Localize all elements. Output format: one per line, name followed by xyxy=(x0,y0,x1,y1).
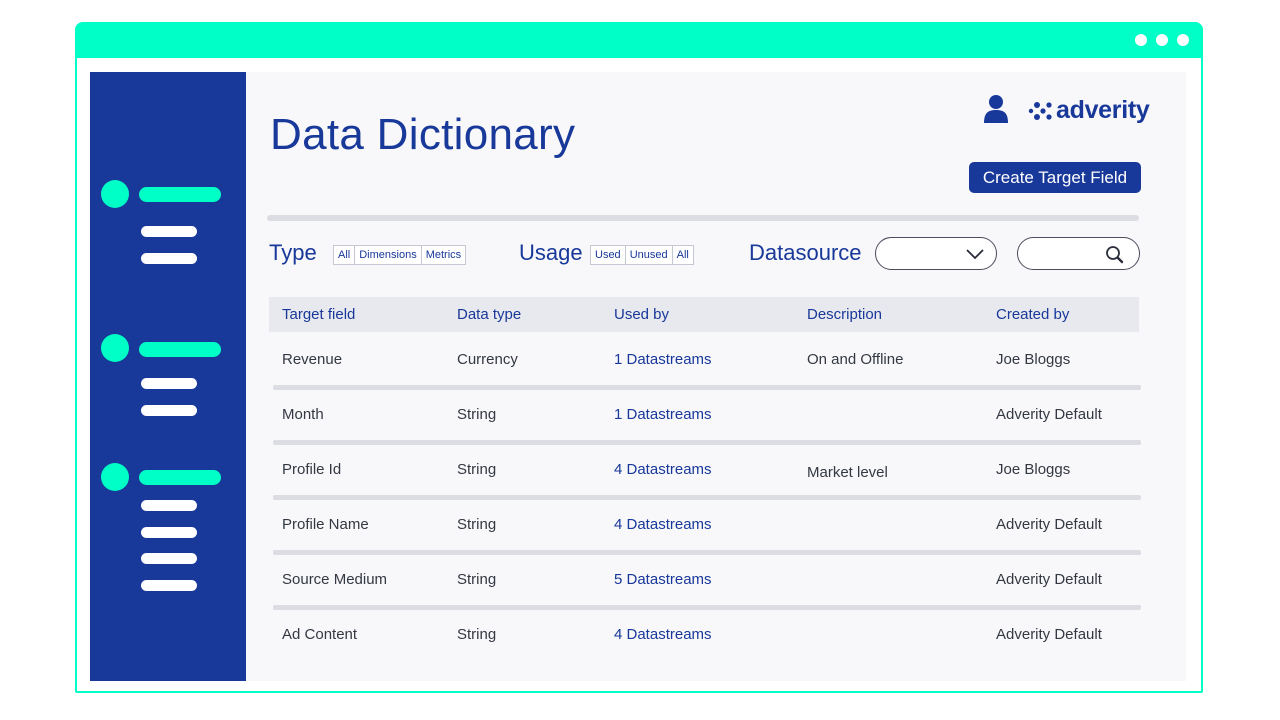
cell-used-by[interactable]: 1 Datastreams xyxy=(614,351,712,368)
sidebar xyxy=(90,72,246,681)
search-input[interactable] xyxy=(1017,237,1140,270)
search-icon[interactable] xyxy=(1105,245,1125,265)
title-bar xyxy=(75,22,1203,58)
page-title: Data Dictionary xyxy=(270,110,576,159)
cell-data-type: String xyxy=(457,461,497,478)
cell-created-by: Adverity Default xyxy=(996,406,1102,423)
data-dictionary-table: Target field Data type Used by Descripti… xyxy=(269,297,1141,662)
type-option-all[interactable]: All xyxy=(334,246,356,264)
table-body: Revenue Currency 1 Datastreams On and Offli… xyxy=(269,332,1141,662)
sidebar-subitem-placeholder[interactable] xyxy=(141,226,197,237)
table-row[interactable]: Source Medium String 5 Datastreams Adverity… xyxy=(269,552,1141,610)
cell-target-field: Revenue xyxy=(282,351,343,368)
type-filter-segmented: All Dimensions Metrics xyxy=(333,245,467,265)
column-header-created-by[interactable]: Created by xyxy=(996,306,1069,323)
cell-target-field: Month xyxy=(282,406,324,423)
sidebar-subitem-placeholder[interactable] xyxy=(141,553,197,564)
sidebar-item-placeholder[interactable] xyxy=(139,187,221,202)
table-row[interactable]: Ad Content String 4 Datastreams Adverity De… xyxy=(269,607,1139,662)
column-header-description[interactable]: Description xyxy=(807,306,882,323)
window-dot-icon[interactable] xyxy=(1156,34,1168,46)
datasource-select[interactable] xyxy=(875,237,997,270)
sidebar-subitem-placeholder[interactable] xyxy=(141,378,197,389)
sidebar-bullet-icon xyxy=(101,180,129,208)
brand-name: adverity xyxy=(1056,96,1150,124)
cell-data-type: String xyxy=(457,571,497,588)
table-row[interactable]: Profile Name String 4 Datastreams Adverity … xyxy=(269,497,1141,555)
sidebar-subitem-placeholder[interactable] xyxy=(141,527,197,538)
cell-target-field: Profile Name xyxy=(282,516,369,533)
usage-option-used[interactable]: Used xyxy=(591,246,626,264)
user-icon[interactable] xyxy=(984,94,1008,124)
divider xyxy=(267,215,1139,221)
sidebar-bullet-icon xyxy=(101,463,129,491)
type-option-metrics[interactable]: Metrics xyxy=(422,246,465,264)
usage-filter-label: Usage xyxy=(519,240,583,265)
cell-target-field: Source Medium xyxy=(282,571,388,588)
type-filter-label: Type xyxy=(269,240,317,265)
cell-description: Market level xyxy=(807,464,888,481)
sidebar-subitem-placeholder[interactable] xyxy=(141,500,197,511)
column-header-data-type[interactable]: Data type xyxy=(457,306,521,323)
sidebar-item-placeholder[interactable] xyxy=(139,342,221,357)
sidebar-subitem-placeholder[interactable] xyxy=(141,253,197,264)
brand-logo: adverity xyxy=(1028,96,1150,125)
table-header: Target field Data type Used by Descripti… xyxy=(269,297,1139,332)
usage-option-all[interactable]: All xyxy=(673,246,693,264)
usage-filter-segmented: Used Unused All xyxy=(590,245,694,265)
window-dot-icon[interactable] xyxy=(1135,34,1147,46)
cell-created-by: Adverity Default xyxy=(996,571,1102,588)
cell-target-field: Ad Content xyxy=(282,626,358,643)
table-row[interactable]: Month String 1 Datastreams Adverity Default xyxy=(269,387,1141,445)
sidebar-subitem-placeholder[interactable] xyxy=(141,580,197,591)
sidebar-bullet-icon xyxy=(101,334,129,362)
table-row[interactable]: Profile Id String 4 Datastreams Market leve… xyxy=(269,442,1141,500)
column-header-used-by[interactable]: Used by xyxy=(614,306,669,323)
column-header-target-field[interactable]: Target field xyxy=(282,306,355,323)
table-row[interactable]: Revenue Currency 1 Datastreams On and Offli… xyxy=(269,332,1141,390)
cell-used-by[interactable]: 1 Datastreams xyxy=(614,406,712,423)
usage-option-unused[interactable]: Unused xyxy=(626,246,673,264)
cell-used-by[interactable]: 5 Datastreams xyxy=(614,571,712,588)
type-option-dimensions[interactable]: Dimensions xyxy=(355,246,422,264)
main-content: Data Dictionary adverity Create Target F… xyxy=(246,72,1186,681)
cell-created-by: Adverity Default xyxy=(996,516,1102,533)
cell-data-type: String xyxy=(457,516,497,533)
sidebar-subitem-placeholder[interactable] xyxy=(141,405,197,416)
chevron-down-icon xyxy=(966,249,984,260)
cell-created-by: Adverity Default xyxy=(996,626,1102,643)
cell-created-by: Joe Bloggs xyxy=(996,351,1071,368)
cell-created-by: Joe Bloggs xyxy=(996,461,1071,478)
cell-used-by[interactable]: 4 Datastreams xyxy=(614,461,712,478)
cell-data-type: String xyxy=(457,406,497,423)
cell-data-type: String xyxy=(457,626,497,643)
cell-description: On and Offline xyxy=(807,351,904,368)
cell-target-field: Profile Id xyxy=(282,461,342,478)
cell-data-type: Currency xyxy=(457,351,518,368)
datasource-filter-label: Datasource xyxy=(749,240,862,265)
cell-used-by[interactable]: 4 Datastreams xyxy=(614,626,712,643)
window-dot-icon[interactable] xyxy=(1177,34,1189,46)
cell-used-by[interactable]: 4 Datastreams xyxy=(614,516,712,533)
adverity-logo-icon xyxy=(1028,101,1052,120)
sidebar-item-placeholder[interactable] xyxy=(139,470,221,485)
create-target-field-button[interactable]: Create Target Field xyxy=(969,162,1141,193)
window-controls xyxy=(1135,34,1189,46)
